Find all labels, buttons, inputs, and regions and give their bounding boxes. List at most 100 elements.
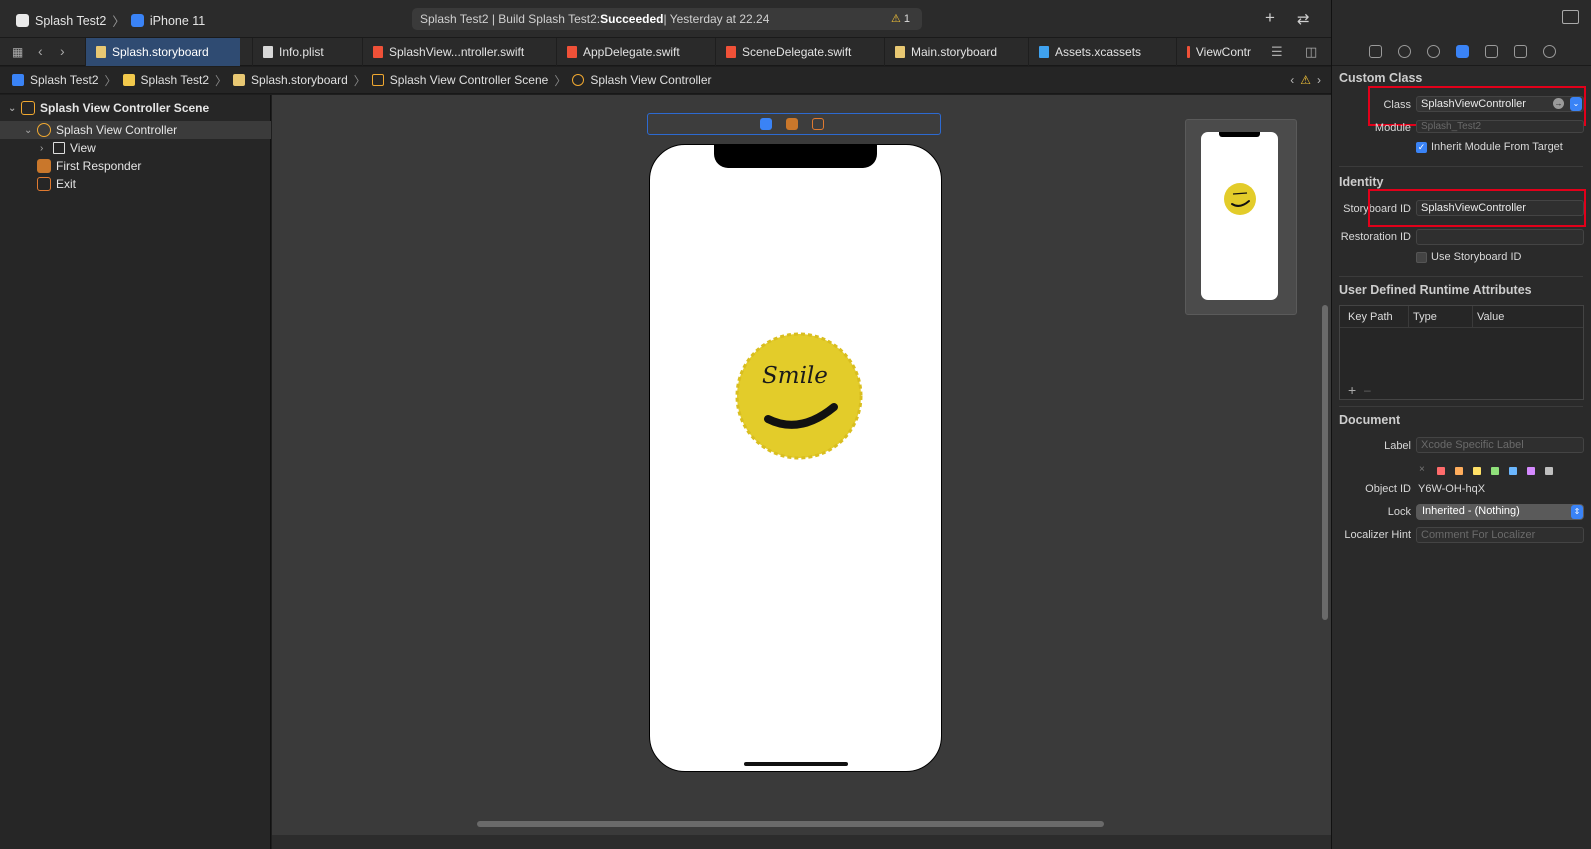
smile-text: Smile xyxy=(762,363,828,389)
grid-icon[interactable]: ▦ xyxy=(12,45,23,59)
storyboard-canvas[interactable]: Smile xyxy=(272,95,1331,849)
tab-label: SplashView...ntroller.swift xyxy=(389,45,525,59)
breadcrumb-scene[interactable]: Splash View Controller Scene xyxy=(390,73,549,87)
tab-appdelegate-swift[interactable]: AppDelegate.swift xyxy=(556,38,701,66)
clear-label-color-icon[interactable]: × xyxy=(1419,464,1425,475)
breadcrumb-project[interactable]: Splash Test2 xyxy=(30,73,99,87)
outline-view-row[interactable]: › View xyxy=(0,139,271,157)
tab-label: Main.storyboard xyxy=(911,45,998,59)
code-review-icon[interactable]: ⇄ xyxy=(1297,10,1310,28)
connections-inspector-icon[interactable] xyxy=(1542,45,1556,58)
jump-bar: Splash Test2 〉 Splash Test2 〉 Splash.sto… xyxy=(0,67,1331,94)
module-field[interactable]: Splash_Test2 xyxy=(1416,120,1584,133)
breadcrumb-controller[interactable]: Splash View Controller xyxy=(590,73,711,87)
outline-scene-row[interactable]: ⌄ Splash View Controller Scene xyxy=(0,99,271,117)
column-value[interactable]: Value xyxy=(1477,311,1504,323)
view-controller-dock-icon[interactable] xyxy=(760,118,772,130)
lock-select[interactable]: Inherited - (Nothing) ⇕ xyxy=(1416,504,1584,520)
size-inspector-icon[interactable] xyxy=(1513,45,1527,58)
status-suffix: | Yesterday at 22.24 xyxy=(663,12,770,26)
section-document: Document xyxy=(1339,413,1401,427)
inherit-module-checkbox[interactable]: ✓ xyxy=(1416,142,1427,153)
toolbar: Splash Test2 〉 iPhone 11 Splash Test2 | … xyxy=(0,0,1331,38)
disclosure-open-icon[interactable]: ⌄ xyxy=(8,103,18,114)
localizer-hint-field[interactable]: Comment For Localizer xyxy=(1416,527,1584,543)
outline-exit-label: Exit xyxy=(56,177,77,191)
device-notch xyxy=(714,145,877,168)
label-color-purple[interactable] xyxy=(1527,467,1535,475)
disclosure-open-icon[interactable]: ⌄ xyxy=(24,125,34,136)
previous-issue-icon[interactable]: ‹ xyxy=(1290,73,1294,87)
warning-indicator[interactable]: ⚠ 1 xyxy=(891,12,910,25)
minimap[interactable] xyxy=(1185,119,1297,315)
exit-dock-icon[interactable] xyxy=(812,118,824,130)
breadcrumb-group[interactable]: Splash Test2 xyxy=(141,73,210,87)
tab-splashviewcontroller-swift[interactable]: SplashView...ntroller.swift xyxy=(362,38,542,66)
divider xyxy=(1339,276,1583,277)
use-storyboard-id-checkbox[interactable] xyxy=(1416,252,1427,263)
warning-icon: ⚠ xyxy=(890,13,901,25)
label-color-red[interactable] xyxy=(1437,467,1445,475)
editor-options-icon[interactable]: ☰ xyxy=(1271,44,1283,60)
folder-icon xyxy=(122,74,135,86)
activity-status[interactable]: Splash Test2 | Build Splash Test2: Succe… xyxy=(412,8,922,30)
label-color-orange[interactable] xyxy=(1455,467,1463,475)
first-responder-dock-icon[interactable] xyxy=(786,118,798,130)
forward-chevron-icon[interactable]: › xyxy=(60,43,65,59)
lock-value: Inherited - (Nothing) xyxy=(1422,505,1520,517)
outline-first-responder-label: First Responder xyxy=(56,159,142,173)
doc-label-field[interactable]: Xcode Specific Label xyxy=(1416,437,1584,453)
column-key-path[interactable]: Key Path xyxy=(1348,311,1393,323)
smile-image[interactable]: Smile xyxy=(734,331,864,464)
column-type[interactable]: Type xyxy=(1413,311,1437,323)
tab-main-storyboard[interactable]: Main.storyboard xyxy=(884,38,1024,66)
tab-label: Splash.storyboard xyxy=(112,45,209,59)
breadcrumb-file[interactable]: Splash.storyboard xyxy=(251,73,348,87)
label-color-green[interactable] xyxy=(1491,467,1499,475)
divider xyxy=(1339,406,1583,407)
restoration-id-field[interactable] xyxy=(1416,229,1584,245)
scheme-selector[interactable]: Splash Test2 〉 iPhone 11 xyxy=(16,11,205,30)
file-inspector-icon[interactable] xyxy=(1368,45,1382,58)
scene-dock[interactable] xyxy=(647,113,941,135)
back-chevron-icon[interactable]: ‹ xyxy=(38,43,43,59)
device-frame[interactable]: Smile xyxy=(649,144,942,772)
toggle-inspector-icon[interactable] xyxy=(1562,10,1579,24)
tab-info-plist[interactable]: Info.plist xyxy=(252,38,347,66)
view-controller-icon xyxy=(572,74,585,86)
scene-icon xyxy=(21,101,35,115)
tab-assets-xcassets[interactable]: Assets.xcassets xyxy=(1028,38,1178,66)
history-inspector-icon[interactable] xyxy=(1397,45,1411,58)
outline-scene-label: Splash View Controller Scene xyxy=(40,101,210,115)
identity-inspector-icon[interactable] xyxy=(1455,45,1469,58)
table-header: Key Path Type Value xyxy=(1340,306,1583,328)
tab-splash-storyboard[interactable]: Splash.storyboard xyxy=(85,38,240,66)
outline-exit-row[interactable]: Exit xyxy=(0,175,271,193)
doc-label-label: Label xyxy=(1384,440,1411,452)
attributes-inspector-icon[interactable] xyxy=(1484,45,1498,58)
tab-viewcontroller-swift[interactable]: ViewContr xyxy=(1176,38,1261,66)
help-inspector-icon[interactable] xyxy=(1426,45,1440,58)
disclosure-closed-icon[interactable]: › xyxy=(40,143,50,154)
label-color-blue[interactable] xyxy=(1509,467,1517,475)
remove-attribute-button[interactable]: – xyxy=(1364,383,1371,397)
swift-file-icon xyxy=(1187,46,1190,58)
warning-icon[interactable]: ⚠ xyxy=(1300,73,1311,87)
swift-file-icon xyxy=(726,46,736,58)
view-controller-icon xyxy=(37,123,51,137)
vertical-scrollbar[interactable] xyxy=(1322,305,1328,620)
column-divider xyxy=(1408,306,1409,328)
label-color-yellow[interactable] xyxy=(1473,467,1481,475)
label-color-gray[interactable] xyxy=(1545,467,1553,475)
issue-navigation: ‹ ⚠ › xyxy=(1290,73,1321,87)
tab-scenedelegate-swift[interactable]: SceneDelegate.swift xyxy=(715,38,870,66)
outline-first-responder-row[interactable]: First Responder xyxy=(0,157,271,175)
runtime-attributes-table[interactable]: Key Path Type Value + – xyxy=(1339,305,1584,400)
add-attribute-button[interactable]: + xyxy=(1348,382,1356,398)
outline-controller-row[interactable]: ⌄ Splash View Controller xyxy=(0,121,271,139)
section-identity: Identity xyxy=(1339,175,1384,189)
next-issue-icon[interactable]: › xyxy=(1317,73,1321,87)
add-library-icon[interactable]: + xyxy=(1265,8,1275,28)
split-editor-icon[interactable]: ◫ xyxy=(1305,44,1317,60)
horizontal-scrollbar[interactable] xyxy=(477,821,1104,827)
